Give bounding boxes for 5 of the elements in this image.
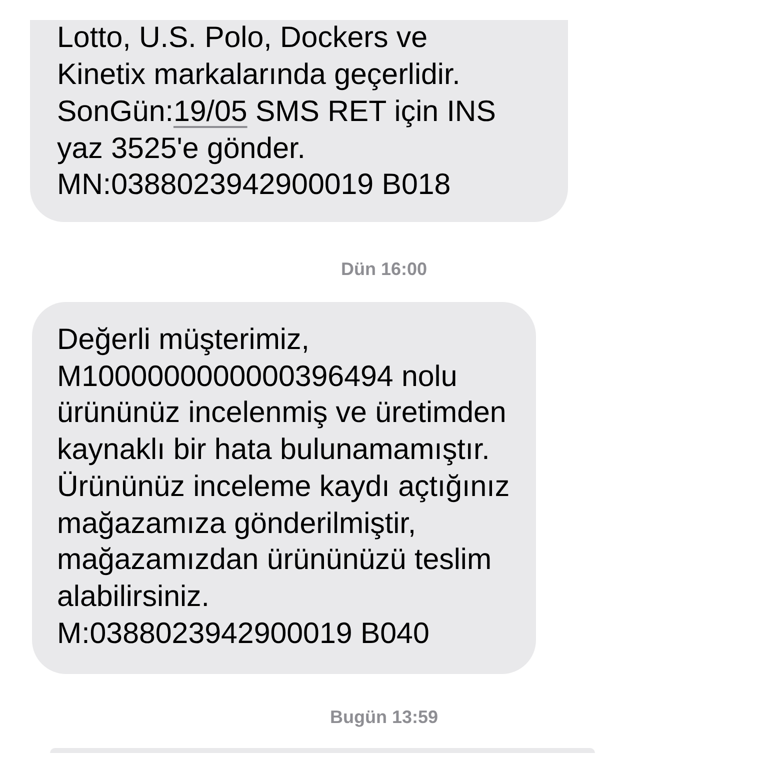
timestamp: Bugün 13:59 bbox=[330, 706, 438, 728]
timestamp: Dün 16:00 bbox=[340, 258, 428, 280]
message-text: Lotto, U.S. Polo, Dockers ve Kinetix markalarında geçerlidir. SonGün:19/05 SMS RET için INS yaz 3525'e gönder. MN:0388023942900019 B018 bbox=[57, 20, 497, 204]
date-link[interactable]: 19/05 bbox=[173, 94, 248, 128]
message-text: Değerli müşterimiz, M1000000000000396494 nolu ürününüz incelenmiş ve üretimden kaynaklı bir hata bulunamamıştır. Ürününüz inceleme kaydı açtığınız mağazamıza gönderilmiştir, mağazamızdan ürününüzü teslim alabilirsiniz. M:0388023942900019 B040 bbox=[57, 322, 510, 652]
